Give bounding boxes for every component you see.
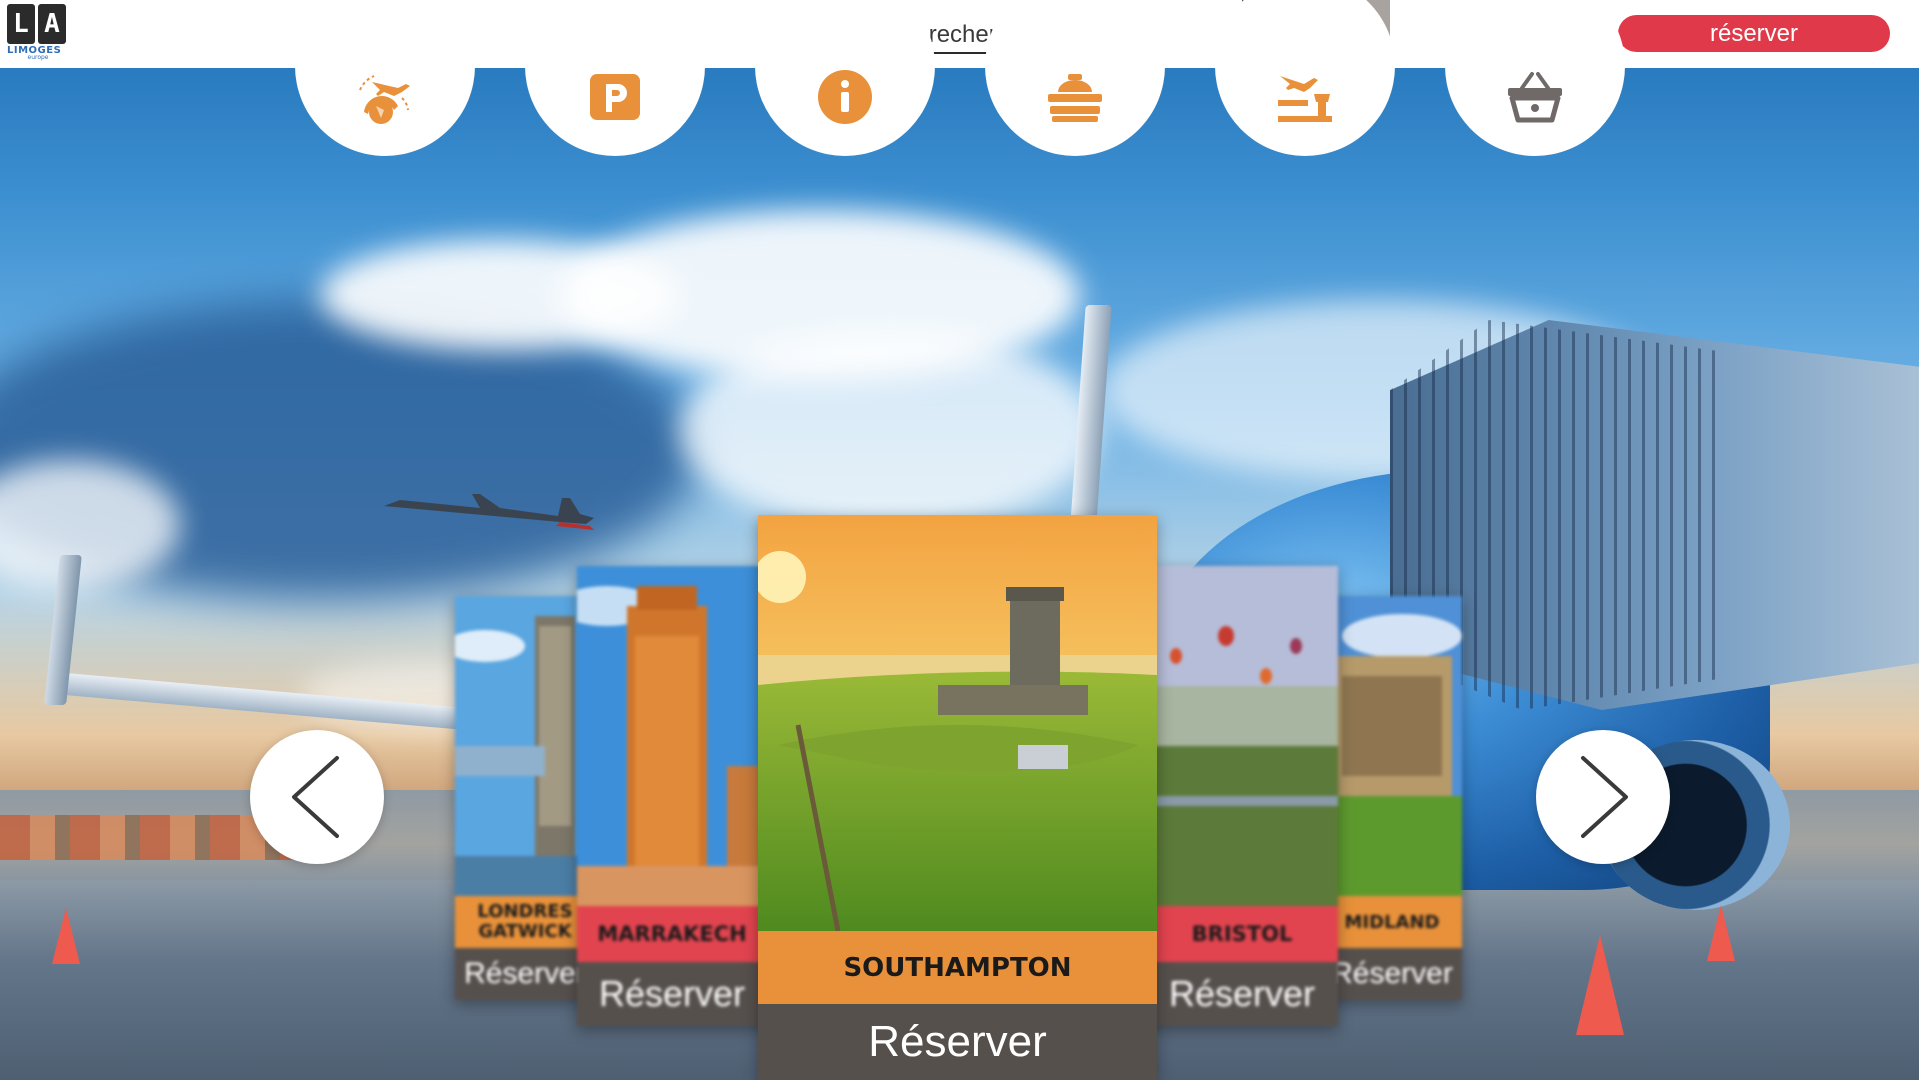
top-header: L A LIMOGES europe FR EN réserver — [0, 0, 1919, 68]
midland-photo — [1322, 596, 1462, 896]
info-icon — [818, 70, 872, 124]
logo-letter-l: L — [7, 4, 35, 44]
reserve-button[interactable]: réserver — [1618, 15, 1890, 52]
southampton-photo — [758, 515, 1157, 931]
card-book-button[interactable]: Réserver — [1146, 962, 1338, 1026]
card-city-label: SOUTHAMPTON — [758, 931, 1157, 1004]
bristol-photo — [1146, 566, 1338, 906]
reception-desk-icon — [1048, 74, 1102, 122]
destination-card-midland[interactable]: MIDLAND Réserver — [1322, 596, 1462, 1000]
marrakech-photo — [577, 566, 767, 906]
chevron-left-icon — [292, 756, 339, 838]
card-city-label: MARRAKECH — [577, 906, 767, 962]
logo-letter-a: A — [38, 4, 66, 44]
card-book-button[interactable]: Réserver — [758, 1004, 1157, 1080]
carousel-prev-button[interactable] — [250, 730, 384, 864]
logo[interactable]: L A LIMOGES europe — [7, 4, 69, 64]
card-book-button[interactable]: Réserver — [577, 962, 767, 1026]
card-city-label: MIDLAND — [1322, 896, 1462, 948]
carousel-next-button[interactable] — [1536, 730, 1670, 864]
card-book-button[interactable]: Réserver — [1322, 948, 1462, 1000]
card-book-button[interactable]: Réserver — [455, 948, 595, 1000]
card-city-label: LONDRES GATWICK — [455, 896, 595, 948]
departures-tower-icon — [1278, 76, 1332, 122]
destination-card-bristol[interactable]: BRISTOL Réserver — [1146, 566, 1338, 1026]
shopping-basket-icon — [1508, 72, 1562, 123]
londres-photo — [455, 596, 595, 896]
destination-card-southampton[interactable]: SOUTHAMPTON Réserver — [758, 515, 1157, 1080]
destination-card-marrakech[interactable]: MARRAKECH Réserver — [577, 566, 767, 1026]
airplane-image — [384, 494, 594, 530]
destination-card-londres[interactable]: LONDRES GATWICK Réserver — [455, 596, 595, 1000]
flight-globe-icon — [359, 75, 410, 124]
parking-icon — [590, 74, 640, 120]
card-city-label: BRISTOL — [1146, 906, 1338, 962]
chevron-right-icon — [1581, 756, 1628, 838]
